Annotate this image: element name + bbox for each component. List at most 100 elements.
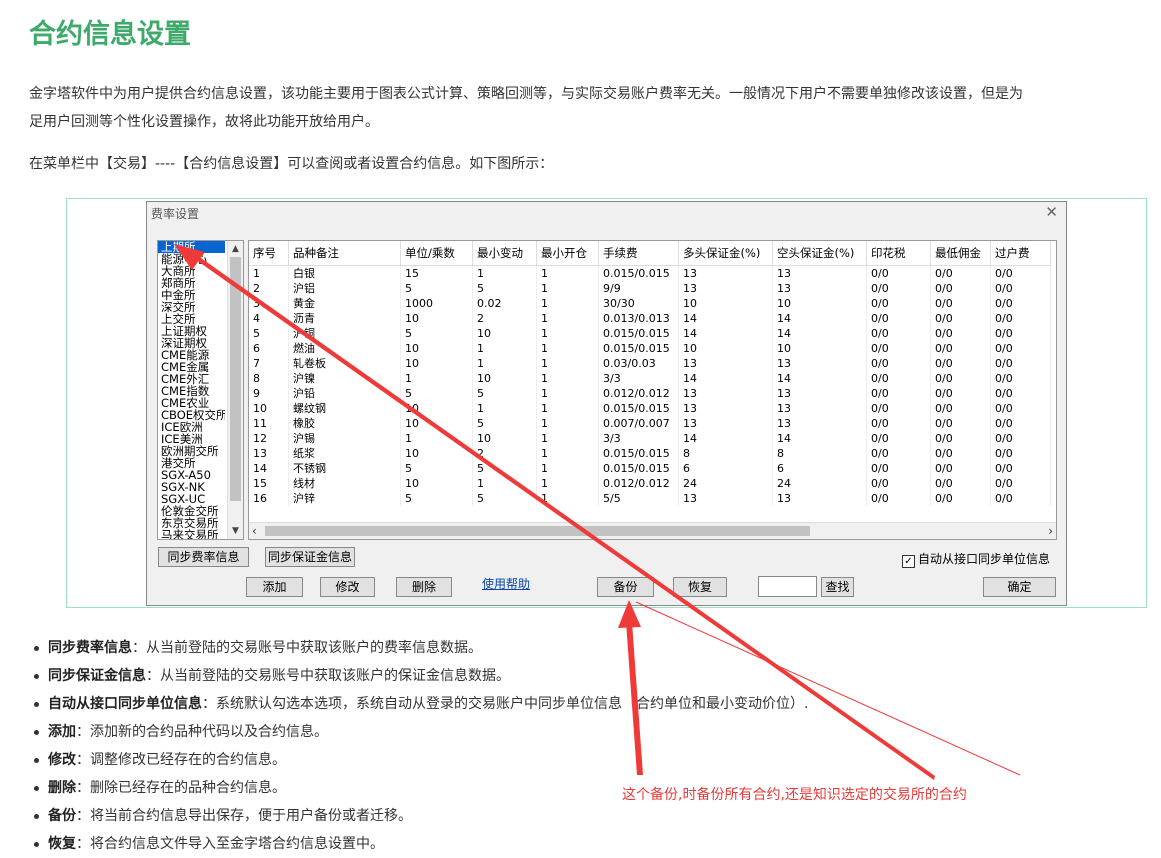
ok-button[interactable]: 确定: [983, 577, 1056, 597]
column-header[interactable]: 单位/乘数: [400, 241, 473, 266]
add-button[interactable]: 添加: [246, 577, 303, 597]
table-row[interactable]: 10 螺纹钢 10 1 1 0.015/0.015 13 13 0/0 0/0 0/0: [249, 401, 1051, 416]
exchange-item[interactable]: 深证期权: [158, 337, 225, 349]
table-row[interactable]: 7 轧卷板 10 1 1 0.03/0.03 13 13 0/0 0/0 0/0: [249, 356, 1051, 371]
exchange-item[interactable]: ICE美洲: [158, 433, 225, 445]
table-cell: 0/0: [990, 326, 1051, 341]
column-header[interactable]: 空头保证金(%): [772, 241, 867, 266]
scroll-thumb[interactable]: [265, 526, 810, 536]
column-header[interactable]: 印花税: [866, 241, 931, 266]
feature-list-item: 同步费率信息：从当前登陆的交易账号中获取该账户的费率信息数据。: [29, 634, 808, 662]
checkbox-check-icon[interactable]: ✓: [902, 555, 915, 568]
close-icon[interactable]: ✕: [1045, 203, 1058, 221]
exchange-item[interactable]: 上期所: [158, 241, 225, 253]
exchange-item[interactable]: 深交所: [158, 301, 225, 313]
exchange-item[interactable]: 大商所: [158, 265, 225, 277]
table-cell: 14: [772, 326, 867, 341]
column-header[interactable]: 过户费: [990, 241, 1051, 266]
exchange-item[interactable]: 马来交易所: [158, 529, 225, 539]
table-cell: 1: [536, 461, 599, 476]
table-cell: 1: [536, 296, 599, 311]
table-cell: 0/0: [866, 265, 931, 281]
table-row[interactable]: 14 不锈钢 5 5 1 0.015/0.015 6 6 0/0 0/0 0/0: [249, 461, 1051, 476]
table-row[interactable]: 3 黄金 1000 0.02 1 30/30 10 10 0/0 0/0 0/0: [249, 296, 1051, 311]
table-cell: 14: [249, 461, 289, 476]
backup-button[interactable]: 备份: [597, 577, 654, 597]
exchange-item[interactable]: SGX-NK: [158, 481, 225, 493]
table-cell: 13: [772, 281, 867, 296]
scroll-left-icon[interactable]: ‹: [252, 523, 257, 539]
exchange-item[interactable]: 欧洲期交所: [158, 445, 225, 457]
column-header[interactable]: 最小变动: [472, 241, 537, 266]
exchange-item[interactable]: 郑商所: [158, 277, 225, 289]
table-row[interactable]: 8 沪镍 1 10 1 3/3 14 14 0/0 0/0 0/0: [249, 371, 1051, 386]
page-title: 合约信息设置: [29, 19, 191, 50]
exchange-item[interactable]: 中金所: [158, 289, 225, 301]
auto-sync-checkbox[interactable]: ✓ 自动从接口同步单位信息: [902, 550, 1050, 568]
table-cell: 1: [472, 341, 537, 356]
table-row[interactable]: 1 白银 15 1 1 0.015/0.015 13 13 0/0 0/0 0/0: [249, 265, 1051, 281]
exchange-item[interactable]: 上交所: [158, 313, 225, 325]
exchange-item[interactable]: SGX-A50: [158, 469, 225, 481]
table-row[interactable]: 9 沪铅 5 5 1 0.012/0.012 13 13 0/0 0/0 0/0: [249, 386, 1051, 401]
table-row[interactable]: 5 沪铜 5 10 1 0.015/0.015 14 14 0/0 0/0 0/0: [249, 326, 1051, 341]
table-cell: 14: [772, 311, 867, 326]
exchange-item[interactable]: CME指数: [158, 385, 225, 397]
column-header[interactable]: 品种备注: [288, 241, 401, 266]
exchange-item[interactable]: 港交所: [158, 457, 225, 469]
exchange-item[interactable]: 东京交易所: [158, 517, 225, 529]
table-cell: 0/0: [990, 341, 1051, 356]
delete-button[interactable]: 删除: [396, 577, 452, 597]
exchange-list-scrollbar[interactable]: ▲ ▼: [227, 241, 243, 539]
exchange-item[interactable]: CME农业: [158, 397, 225, 409]
sync-fee-button[interactable]: 同步费率信息: [158, 547, 249, 567]
table-row[interactable]: 4 沥青 10 2 1 0.013/0.013 14 14 0/0 0/0 0/0: [249, 311, 1051, 326]
table-cell: 16: [249, 491, 289, 506]
table-cell: 1: [536, 326, 599, 341]
contract-table[interactable]: 序号 品种备注 单位/乘数 最小变动 最小开仓 手续费 多头保证金(%) 空头保证金(%) 印花…: [248, 240, 1057, 540]
table-cell: 5: [400, 326, 473, 341]
table-cell: 0/0: [930, 311, 991, 326]
exchange-item[interactable]: CME外汇: [158, 373, 225, 385]
restore-button[interactable]: 恢复: [673, 577, 727, 597]
feature-term: 删除: [48, 780, 76, 796]
exchange-list[interactable]: 上期所 能源中心 大商所 郑商所 中金所 深交所 上交所 上证期权 深证期权 CME能源 CME金属…: [157, 240, 244, 540]
scroll-down-icon[interactable]: ▼: [228, 524, 243, 538]
help-link[interactable]: 使用帮助: [482, 575, 530, 592]
scroll-up-icon[interactable]: ▲: [228, 242, 243, 256]
feature-term: 添加: [48, 724, 76, 740]
column-header[interactable]: 序号: [249, 241, 289, 266]
table-cell: 10: [400, 416, 473, 431]
exchange-item[interactable]: SGX-UC: [158, 493, 225, 505]
exchange-item[interactable]: CME金属: [158, 361, 225, 373]
exchange-item[interactable]: 能源中心: [158, 253, 225, 265]
table-cell: 1: [536, 476, 599, 491]
exchange-item[interactable]: CME能源: [158, 349, 225, 361]
feature-desc: ：系统默认勾选本选项，系统自动从登录的交易账户中同步单位信息（合约单位和最小变动…: [202, 696, 809, 712]
exchange-item[interactable]: 上证期权: [158, 325, 225, 337]
search-button[interactable]: 查找: [821, 577, 854, 597]
table-row[interactable]: 13 纸浆 10 2 1 0.015/0.015 8 8 0/0 0/0 0/0: [249, 446, 1051, 461]
column-header[interactable]: 手续费: [598, 241, 679, 266]
column-header[interactable]: 最小开仓: [536, 241, 599, 266]
exchange-item[interactable]: CBOE权交所: [158, 409, 225, 421]
column-header[interactable]: 多头保证金(%): [678, 241, 773, 266]
table-row[interactable]: 12 沪锡 1 10 1 3/3 14 14 0/0 0/0 0/0: [249, 431, 1051, 446]
table-cell: 轧卷板: [288, 356, 401, 371]
table-row[interactable]: 6 燃油 10 1 1 0.015/0.015 10 10 0/0 0/0 0/0: [249, 341, 1051, 356]
column-header[interactable]: 最低佣金: [930, 241, 991, 266]
table-row[interactable]: 11 橡胶 10 5 1 0.007/0.007 13 13 0/0 0/0 0/0: [249, 416, 1051, 431]
edit-button[interactable]: 修改: [320, 577, 375, 597]
exchange-item[interactable]: 伦敦金交所: [158, 505, 225, 517]
scroll-right-icon[interactable]: ›: [1048, 523, 1053, 539]
exchange-item[interactable]: ICE欧洲: [158, 421, 225, 433]
sync-margin-button[interactable]: 同步保证金信息: [265, 547, 355, 567]
table-row[interactable]: 2 沪铝 5 5 1 9/9 13 13 0/0 0/0 0/0: [249, 281, 1051, 296]
search-input[interactable]: [758, 576, 817, 597]
table-cell: 0/0: [990, 431, 1051, 446]
table-row[interactable]: 15 线材 10 1 1 0.012/0.012 24 24 0/0 0/0 0/0: [249, 476, 1051, 491]
table-row[interactable]: 16 沪锌 5 5 1 5/5 13 13 0/0 0/0 0/0: [249, 491, 1051, 506]
scroll-thumb[interactable]: [230, 257, 241, 501]
table-horizontal-scrollbar[interactable]: ‹ ›: [249, 522, 1056, 539]
table-cell: 15: [400, 265, 473, 281]
